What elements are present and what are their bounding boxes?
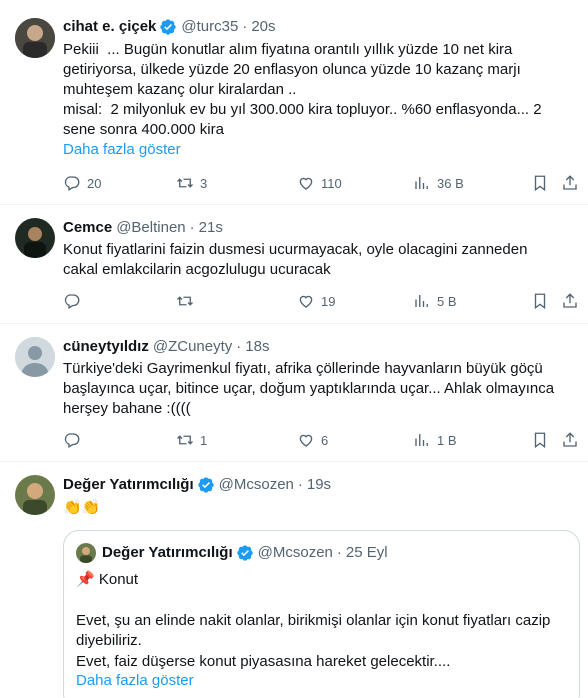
share-button[interactable] (561, 291, 579, 311)
like-count: 110 (321, 175, 342, 191)
verified-badge-icon (236, 545, 253, 561)
tweet[interactable]: cüneytyıldız @ZCuneyty · 18s Türkiye'dek… (0, 324, 588, 462)
like-button[interactable]: 6 (297, 430, 328, 450)
reply-button[interactable] (63, 430, 81, 450)
share-button[interactable] (561, 430, 579, 450)
retweet-button[interactable] (176, 291, 194, 311)
author-name[interactable]: cihat e. çiçek (63, 17, 156, 37)
quoted-avatar (76, 543, 96, 563)
quoted-text-title: 📌 Konut (76, 571, 139, 588)
retweet-button[interactable]: 3 (176, 173, 207, 193)
share-icon (563, 432, 577, 447)
share-icon (563, 175, 577, 190)
views-chart-icon (415, 434, 428, 446)
show-more-link[interactable]: Daha fazla göster (63, 140, 181, 160)
reply-icon (64, 433, 80, 448)
reply-icon (64, 176, 80, 191)
tweet[interactable]: cihat e. çiçek @turc35 · 20s Pekiii ... … (0, 0, 588, 205)
tweet-text: Konut fiyatlarini faizin dusmesi ucurmay… (63, 241, 528, 278)
timestamp[interactable]: 19s (307, 475, 331, 495)
bookmark-icon (534, 293, 546, 310)
like-button[interactable]: 19 (297, 291, 335, 311)
author-name[interactable]: cüneytyıldız (63, 337, 149, 357)
show-more-link[interactable]: Daha fazla göster (76, 671, 571, 691)
quoted-author-handle: @Mcsozen (257, 544, 333, 561)
tweet-text: Türkiye'deki Gayrimenkul fiyatı, afrika … (63, 360, 555, 417)
view-count: 36 B (437, 175, 464, 191)
view-count: 5 B (437, 293, 457, 309)
reply-button[interactable]: 20 (63, 173, 101, 193)
heart-icon (299, 434, 313, 447)
tweet[interactable]: Cemce @Beltinen · 21s Konut fiyatlarini … (0, 205, 588, 324)
reply-count: 20 (87, 175, 102, 191)
author-handle[interactable]: @turc35 (181, 17, 238, 37)
quoted-author-name: Değer Yatırımcılığı (102, 544, 233, 561)
heart-icon (299, 295, 313, 308)
quoted-date: 25 Eyl (345, 544, 388, 561)
author-handle[interactable]: @Beltinen (116, 218, 185, 238)
views-chart-icon (415, 177, 428, 189)
retweet-count: 1 (200, 432, 208, 448)
share-button[interactable] (561, 173, 579, 193)
like-count: 6 (321, 432, 329, 448)
timestamp[interactable]: 20s (251, 17, 275, 37)
action-bar: 1 6 1 B (0, 430, 588, 450)
verified-badge-icon (197, 477, 214, 493)
retweet-icon (177, 178, 193, 188)
author-name[interactable]: Değer Yatırımcılığı (63, 475, 194, 495)
verified-badge-icon (160, 19, 177, 35)
reply-icon (64, 294, 80, 309)
avatar[interactable] (15, 337, 55, 377)
author-handle[interactable]: @ZCuneyty (153, 337, 232, 357)
retweet-button[interactable]: 1 (176, 430, 207, 450)
views-chart-icon (415, 295, 428, 307)
like-button[interactable]: 110 (297, 173, 342, 193)
author-name[interactable]: Cemce (63, 218, 112, 238)
tweet-text: 👏👏 (63, 499, 101, 516)
share-icon (563, 293, 577, 308)
bookmark-button[interactable] (531, 430, 549, 450)
timestamp[interactable]: 18s (245, 337, 269, 357)
views-button[interactable]: 1 B (413, 430, 457, 450)
heart-icon (299, 177, 313, 190)
views-button[interactable]: 5 B (413, 291, 457, 311)
retweet-icon (177, 296, 193, 306)
bookmark-icon (534, 175, 546, 192)
reply-button[interactable] (63, 291, 81, 311)
views-button[interactable]: 36 B (413, 173, 464, 193)
action-bar: 19 5 B (0, 291, 588, 311)
retweet-icon (177, 435, 193, 445)
bookmark-button[interactable] (531, 291, 549, 311)
quoted-text-para2: Evet, faiz düşerse konut piyasasına hare… (76, 653, 451, 670)
avatar[interactable] (15, 475, 55, 515)
like-count: 19 (321, 293, 336, 309)
bookmark-icon (534, 432, 546, 449)
tweet-text: Pekiii ... Bugün konutlar alım fiyatına … (63, 41, 542, 138)
retweet-count: 3 (200, 175, 208, 191)
quoted-text-para1: Evet, şu an elinde nakit olanlar, birikm… (76, 612, 551, 649)
action-bar: 20 3 110 36 B (0, 173, 588, 193)
timestamp[interactable]: 21s (199, 218, 223, 238)
bookmark-button[interactable] (531, 173, 549, 193)
quoted-tweet-card[interactable]: Değer Yatırımcılığı @Mcsozen · 25 Eyl 📌 … (63, 530, 580, 698)
avatar[interactable] (15, 18, 55, 58)
avatar[interactable] (15, 218, 55, 258)
view-count: 1 B (437, 432, 457, 448)
author-handle[interactable]: @Mcsozen (219, 475, 294, 495)
